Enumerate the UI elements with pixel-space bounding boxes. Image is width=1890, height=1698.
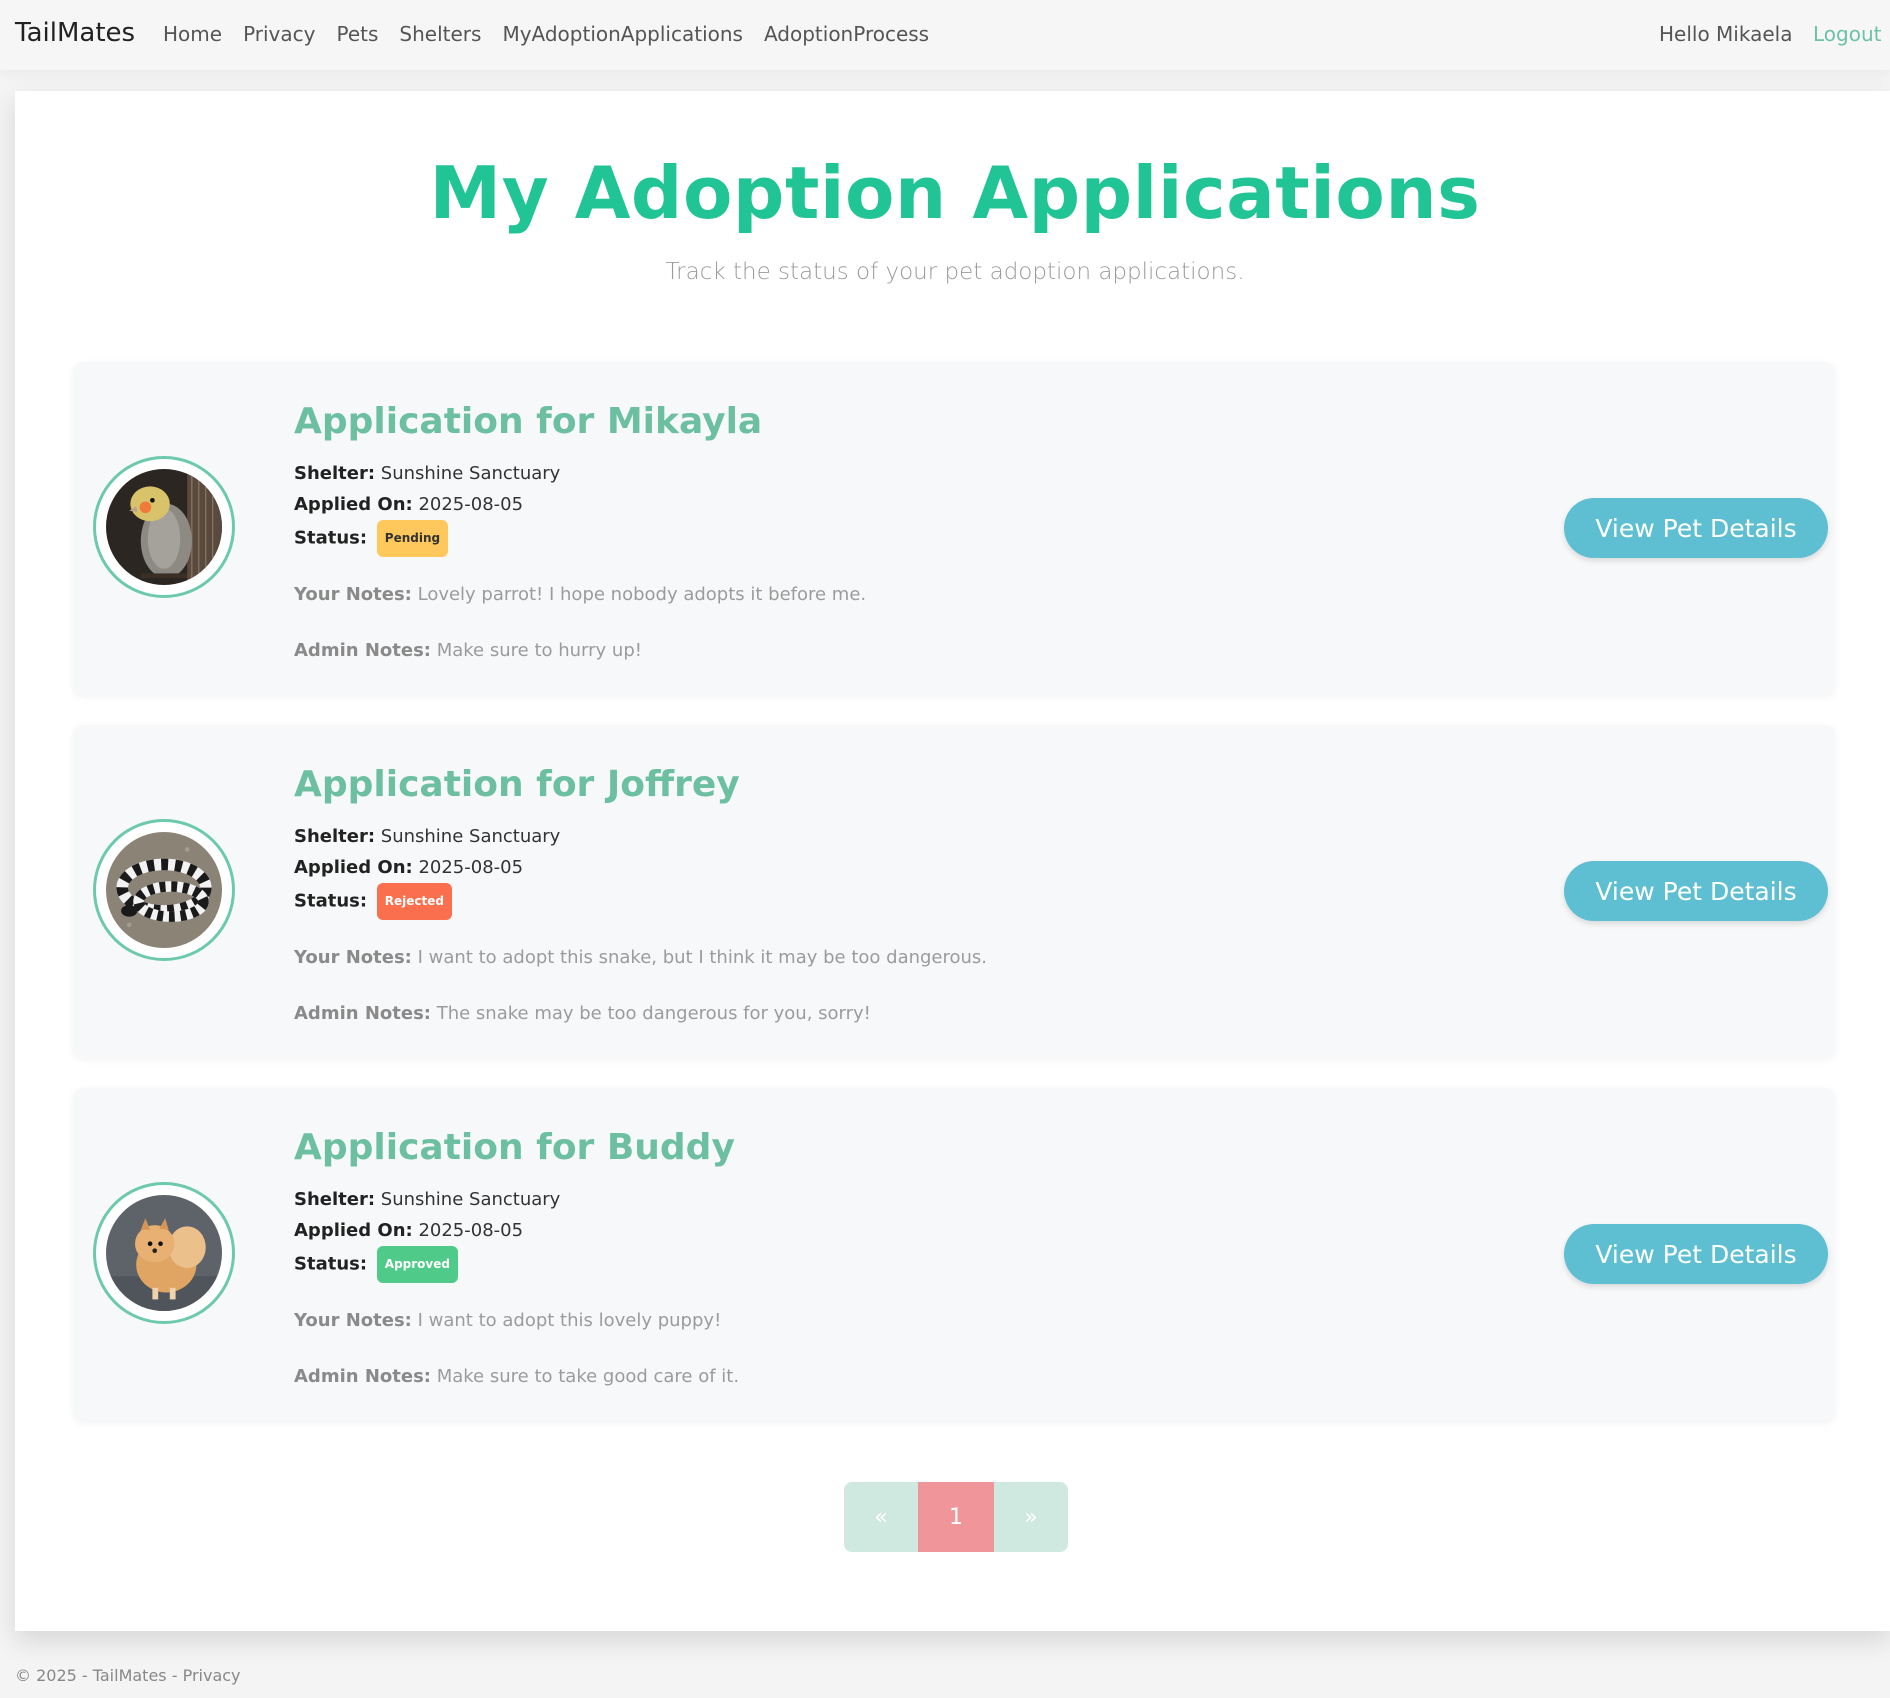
your-notes: Your Notes: Lovely parrot! I hope nobody… [294, 583, 866, 607]
admin-notes: Admin Notes: The snake may be too danger… [294, 1002, 987, 1026]
shelter-label: Shelter: [294, 1189, 376, 1210]
cockatiel-photo [106, 469, 222, 585]
nav-pets[interactable]: Pets [336, 22, 378, 46]
applied-on-value: 2025-08-05 [418, 494, 524, 515]
applied-on-label: Applied On: [294, 1220, 413, 1241]
status-line: Status: Approved [294, 1246, 739, 1283]
your-notes-label: Your Notes: [294, 947, 412, 968]
snake-photo [106, 832, 222, 948]
view-pet-details-button[interactable]: View Pet Details [1564, 1224, 1828, 1284]
shelter-value: Sunshine Sanctuary [380, 463, 561, 484]
application-info: Application for Joffrey Shelter: Sunshin… [294, 763, 987, 1026]
shelter-label: Shelter: [294, 826, 376, 847]
admin-notes-value: The snake may be too dangerous for you, … [436, 1003, 871, 1024]
nav-adoption-process[interactable]: AdoptionProcess [764, 22, 929, 46]
applied-on-label: Applied On: [294, 857, 413, 878]
shelter-line: Shelter: Sunshine Sanctuary [294, 458, 866, 489]
logout-link[interactable]: Logout [1813, 22, 1881, 46]
page-subtitle: Track the status of your pet adoption ap… [665, 259, 1245, 285]
your-notes-label: Your Notes: [294, 1310, 412, 1331]
pagination-prev-button[interactable]: « [844, 1482, 918, 1552]
main-content: My Adoption Applications Track the statu… [15, 91, 1890, 1631]
your-notes: Your Notes: I want to adopt this snake, … [294, 946, 987, 970]
applied-on-line: Applied On: 2025-08-05 [294, 1215, 739, 1246]
nav-shelters[interactable]: Shelters [399, 22, 481, 46]
application-title: Application for Joffrey [294, 764, 740, 805]
status-line: Status: Pending [294, 520, 866, 557]
applied-on-label: Applied On: [294, 494, 413, 515]
shelter-value: Sunshine Sanctuary [380, 1189, 561, 1210]
pagination: « 1 » [844, 1482, 1068, 1552]
application-title: Application for Mikayla [294, 401, 763, 442]
application-info: Application for Mikayla Shelter: Sunshin… [294, 400, 866, 663]
admin-notes-label: Admin Notes: [294, 1003, 431, 1024]
status-label: Status: [294, 890, 368, 912]
admin-notes-value: Make sure to hurry up! [436, 640, 642, 661]
pet-avatar [93, 456, 235, 598]
status-badge: Rejected [376, 883, 452, 920]
pagination-next-button[interactable]: » [994, 1482, 1068, 1552]
view-pet-details-button[interactable]: View Pet Details [1564, 861, 1828, 921]
admin-notes: Admin Notes: Make sure to take good care… [294, 1365, 739, 1389]
footer: © 2025 - TailMates - Privacy [15, 1666, 241, 1685]
status-badge: Pending [376, 520, 449, 557]
your-notes-value: Lovely parrot! I hope nobody adopts it b… [417, 584, 867, 605]
your-notes-value: I want to adopt this lovely puppy! [417, 1310, 722, 1331]
status-label: Status: [294, 527, 368, 549]
status-badge: Approved [376, 1246, 458, 1283]
pomeranian-photo [106, 1195, 222, 1311]
application-title: Application for Buddy [294, 1127, 735, 1168]
nav-links: Home Privacy Pets Shelters MyAdoptionApp… [163, 22, 950, 46]
nav-privacy[interactable]: Privacy [243, 22, 315, 46]
your-notes: Your Notes: I want to adopt this lovely … [294, 1309, 739, 1333]
applied-on-value: 2025-08-05 [418, 857, 524, 878]
nav-my-adoption-applications[interactable]: MyAdoptionApplications [502, 22, 743, 46]
applied-on-line: Applied On: 2025-08-05 [294, 489, 866, 520]
shelter-label: Shelter: [294, 463, 376, 484]
your-notes-label: Your Notes: [294, 584, 412, 605]
nav-home[interactable]: Home [163, 22, 222, 46]
pagination-page-1[interactable]: 1 [918, 1482, 994, 1552]
shelter-line: Shelter: Sunshine Sanctuary [294, 821, 987, 852]
admin-notes-value: Make sure to take good care of it. [436, 1366, 740, 1387]
admin-notes-label: Admin Notes: [294, 640, 431, 661]
page-title: My Adoption Applications [429, 151, 1481, 235]
footer-privacy-link[interactable]: Privacy [183, 1666, 241, 1685]
status-label: Status: [294, 1253, 368, 1275]
application-card: Application for Mikayla Shelter: Sunshin… [73, 362, 1835, 695]
admin-notes-label: Admin Notes: [294, 1366, 431, 1387]
application-card: Application for Joffrey Shelter: Sunshin… [73, 725, 1835, 1058]
admin-notes: Admin Notes: Make sure to hurry up! [294, 639, 866, 663]
applied-on-line: Applied On: 2025-08-05 [294, 852, 987, 883]
brand-logo[interactable]: TailMates [15, 18, 135, 48]
your-notes-value: I want to adopt this snake, but I think … [417, 947, 988, 968]
application-info: Application for Buddy Shelter: Sunshine … [294, 1126, 739, 1389]
footer-copyright: © 2025 - TailMates - [15, 1666, 183, 1685]
applied-on-value: 2025-08-05 [418, 1220, 524, 1241]
pet-avatar [93, 1182, 235, 1324]
view-pet-details-button[interactable]: View Pet Details [1564, 498, 1828, 558]
shelter-value: Sunshine Sanctuary [380, 826, 561, 847]
shelter-line: Shelter: Sunshine Sanctuary [294, 1184, 739, 1215]
user-greeting: Hello Mikaela [1659, 22, 1793, 46]
pet-avatar [93, 819, 235, 961]
application-card: Application for Buddy Shelter: Sunshine … [73, 1088, 1835, 1421]
status-line: Status: Rejected [294, 883, 987, 920]
navbar: TailMates Home Privacy Pets Shelters MyA… [0, 0, 1890, 70]
